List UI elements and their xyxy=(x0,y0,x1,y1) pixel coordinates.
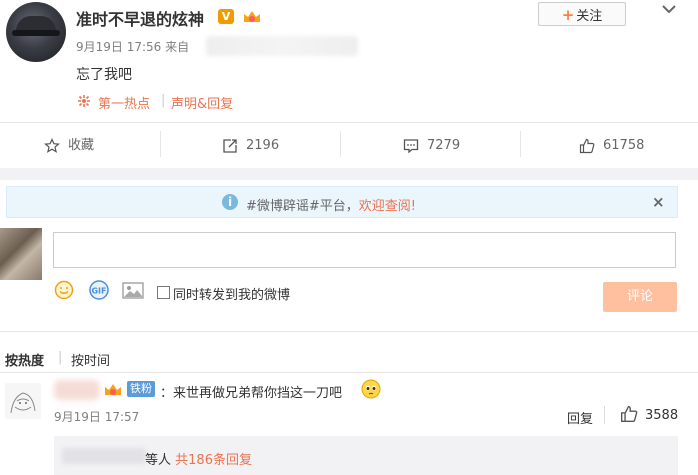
commenter-avatar[interactable] xyxy=(5,383,41,419)
comment-text: ：来世再做兄弟帮你挡这一刀吧 xyxy=(160,386,343,401)
like-button[interactable]: 61758 xyxy=(579,134,644,158)
info-icon: i xyxy=(222,194,238,210)
reply-suffix: 等人 xyxy=(145,453,172,468)
blurred-commenter-name xyxy=(54,380,100,400)
svg-text:GIF: GIF xyxy=(91,287,106,296)
hot-topic-icon xyxy=(78,95,90,107)
repost-checkbox-label[interactable]: 同时转发到我的微博 xyxy=(173,284,290,303)
star-icon xyxy=(44,138,60,153)
verified-badge-icon: V xyxy=(218,9,234,24)
follow-label: 关注 xyxy=(576,9,603,24)
collect-label: 收藏 xyxy=(68,138,95,153)
avatar-brim-shape xyxy=(12,30,60,36)
rumor-link[interactable]: 欢迎查阅! xyxy=(359,199,416,214)
blurred-source-text xyxy=(206,36,358,56)
divider xyxy=(160,131,161,157)
plus-icon: + xyxy=(561,6,575,24)
divider xyxy=(0,331,698,332)
fan-badge: 铁粉 xyxy=(127,381,155,397)
pleading-face-icon xyxy=(361,379,381,399)
section-gap xyxy=(0,168,698,180)
sort-by-hot-tab[interactable]: 按热度 xyxy=(5,350,44,369)
reply-button[interactable]: 回复 xyxy=(567,408,593,427)
like-count: 61758 xyxy=(603,138,645,153)
divider xyxy=(520,131,521,157)
emoji-icon[interactable] xyxy=(54,280,74,300)
image-icon[interactable] xyxy=(122,282,144,299)
author-name[interactable]: 准时不早退的炫神 xyxy=(76,6,204,30)
link-separator: | xyxy=(161,93,166,108)
author-avatar[interactable] xyxy=(6,2,66,62)
view-replies-link[interactable]: 共186条回复 xyxy=(175,453,252,468)
blurred-replier-names xyxy=(62,448,146,464)
post-text: 忘了我吧 xyxy=(76,67,132,83)
submit-comment-button[interactable]: 评论 xyxy=(603,282,677,312)
thumbs-up-icon[interactable] xyxy=(620,405,638,423)
collect-button[interactable]: 收藏 xyxy=(44,134,94,158)
crown-badge-icon xyxy=(105,384,121,395)
crown-badge-icon xyxy=(244,11,260,22)
divider xyxy=(340,131,341,157)
comment-button[interactable]: 7279 xyxy=(403,134,460,158)
thumbs-up-icon xyxy=(579,138,595,154)
rumor-banner-text: #微博辟谣#平台，欢迎查阅! xyxy=(246,195,416,214)
declaration-link[interactable]: 声明&回复 xyxy=(171,93,233,112)
comment-icon xyxy=(403,139,419,154)
comment-timestamp: 9月19日 17:57 xyxy=(54,410,140,424)
repost-count: 2196 xyxy=(246,138,280,153)
chevron-down-icon[interactable] xyxy=(660,2,678,16)
close-icon[interactable]: × xyxy=(652,193,665,211)
gif-icon[interactable]: GIF xyxy=(88,280,110,300)
comment-input[interactable] xyxy=(53,232,676,268)
sort-by-time-tab[interactable]: 按时间 xyxy=(71,350,110,369)
comment-like-count: 3588 xyxy=(645,408,679,423)
rumor-text: #微博辟谣#平台， xyxy=(246,199,359,214)
repost-checkbox[interactable] xyxy=(157,286,170,299)
hot-topic-link[interactable]: 第一热点 xyxy=(98,93,150,112)
current-user-avatar xyxy=(0,228,42,280)
repost-button[interactable]: 2196 xyxy=(222,134,279,158)
repost-icon xyxy=(223,139,237,153)
divider xyxy=(0,122,698,123)
follow-button[interactable]: + 关注 xyxy=(538,2,626,26)
post-timestamp: 9月19日 17:56 来自 xyxy=(76,40,190,54)
divider xyxy=(0,372,698,373)
sort-separator: | xyxy=(58,350,63,365)
comment-count: 7279 xyxy=(427,138,461,153)
reply-summary: 等人 共186条回复 xyxy=(145,449,252,468)
divider xyxy=(604,406,605,424)
